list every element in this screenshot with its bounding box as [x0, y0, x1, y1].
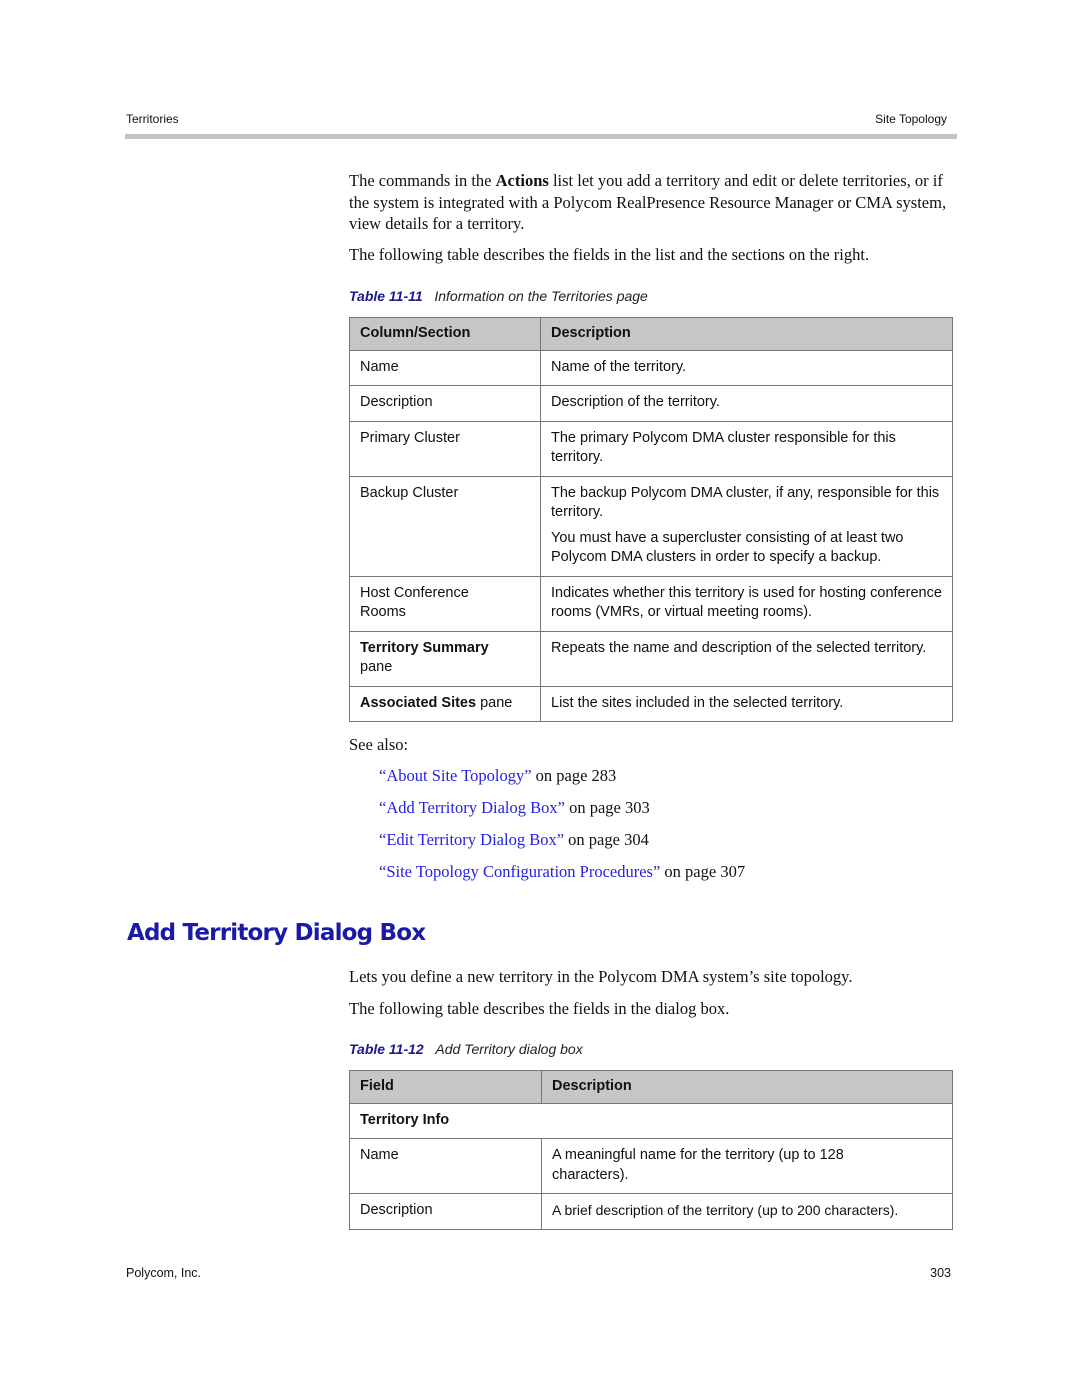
see-also-item: “Add Territory Dialog Box” on page 303: [379, 798, 650, 817]
group-label: Territory Info: [349, 1102, 953, 1139]
cell-column: Territory Summary pane: [349, 630, 541, 687]
section-heading: Add Territory Dialog Box: [127, 920, 426, 946]
header-rule: [125, 134, 957, 139]
cell-description: Repeats the name and description of the …: [540, 630, 953, 687]
xref-link[interactable]: “Site Topology Configuration Procedures”: [379, 862, 660, 881]
cell-description: Name of the territory.: [540, 349, 953, 386]
footer-company: Polycom, Inc.: [126, 1266, 202, 1280]
section-paragraph: Lets you define a new territory in the P…: [349, 967, 853, 986]
page-number: 303: [930, 1266, 951, 1280]
cell-description: Description of the territory.: [540, 385, 953, 422]
table-number: Table 11-12: [349, 1041, 424, 1057]
running-header-section: Site Topology: [875, 112, 947, 126]
table-row: Description A brief description of the t…: [349, 1193, 953, 1230]
cell-description: The backup Polycom DMA cluster, if any, …: [540, 475, 953, 577]
table-row: Associated Sites pane List the sites inc…: [349, 685, 953, 722]
table-row: Host Conference Rooms Indicates whether …: [349, 575, 953, 632]
table-intro-paragraph: The following table describes the fields…: [349, 245, 870, 264]
table-row: Description Description of the territory…: [349, 385, 953, 422]
actions-term: Actions: [495, 171, 549, 190]
table-row: Backup Cluster The backup Polycom DMA cl…: [349, 475, 953, 577]
xref-link[interactable]: “Add Territory Dialog Box”: [379, 798, 565, 817]
table-row: Primary Cluster The primary Polycom DMA …: [349, 420, 953, 477]
cell-column: Name: [349, 349, 541, 386]
see-also-list: “About Site Topology” on page 283 “Add T…: [379, 765, 745, 893]
caption-text: Add Territory dialog box: [435, 1041, 583, 1057]
xref-link[interactable]: “Edit Territory Dialog Box”: [379, 830, 564, 849]
table-header-row: Column/Section Description: [349, 317, 953, 351]
add-territory-fields-table: Field Description Territory Info Name A …: [349, 1070, 953, 1230]
table-header-row: Field Description: [349, 1070, 953, 1104]
table-row: Territory Summary pane Repeats the name …: [349, 630, 953, 687]
caption-text: Information on the Territories page: [434, 288, 648, 304]
cell-field: Name: [349, 1138, 542, 1194]
cell-description: A brief description of the territory (up…: [541, 1193, 953, 1230]
see-also-item: “Site Topology Configuration Procedures”…: [379, 862, 746, 881]
table-number: Table 11-11: [349, 288, 423, 304]
column-header: Field: [349, 1070, 542, 1104]
territories-info-table: Column/Section Description Name Name of …: [349, 317, 953, 722]
column-header: Description: [541, 1070, 953, 1104]
see-also-item: “Edit Territory Dialog Box” on page 304: [379, 830, 649, 849]
section-paragraph: The following table describes the fields…: [349, 999, 730, 1018]
table-row: Name A meaningful name for the territory…: [349, 1138, 953, 1194]
cell-description: List the sites included in the selected …: [540, 685, 953, 722]
cell-description: The primary Polycom DMA cluster responsi…: [540, 420, 953, 477]
cell-description: A meaningful name for the territory (up …: [541, 1138, 953, 1194]
cell-column: Description: [349, 385, 541, 422]
table2-caption: Table 11-12 Add Territory dialog box: [349, 1041, 583, 1057]
cell-column: Host Conference Rooms: [349, 575, 541, 632]
table-row: Name Name of the territory.: [349, 349, 953, 386]
column-header: Description: [540, 317, 953, 351]
intro-paragraph: The commands in the Actions list let you…: [349, 170, 959, 235]
see-also-item: “About Site Topology” on page 283: [379, 766, 617, 785]
running-header-chapter: Territories: [126, 112, 179, 126]
intro-text: The commands in the: [349, 171, 496, 190]
see-also-label: See also:: [349, 735, 409, 754]
cell-field: Description: [349, 1193, 542, 1230]
cell-column: Backup Cluster: [349, 475, 541, 577]
column-header: Column/Section: [349, 317, 541, 351]
table-group-row: Territory Info: [349, 1102, 953, 1139]
cell-column: Associated Sites pane: [349, 685, 541, 722]
xref-link[interactable]: “About Site Topology”: [379, 766, 532, 785]
table1-caption: Table 11-11 Information on the Territori…: [349, 288, 648, 304]
cell-column: Primary Cluster: [349, 420, 541, 477]
cell-description: Indicates whether this territory is used…: [540, 575, 953, 632]
